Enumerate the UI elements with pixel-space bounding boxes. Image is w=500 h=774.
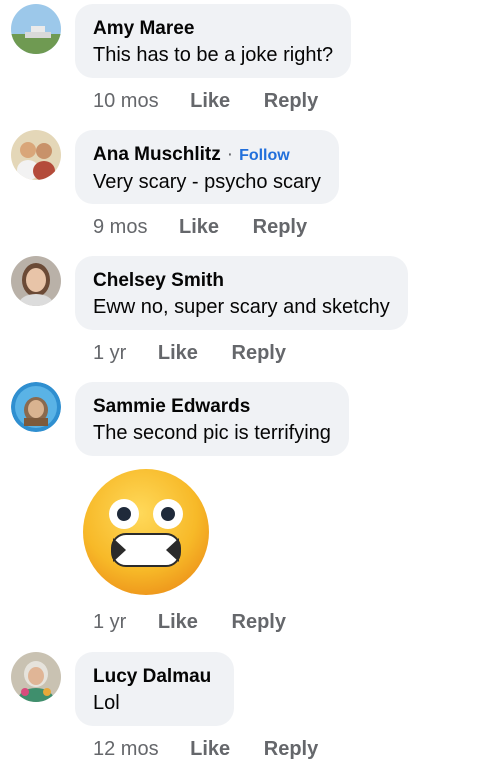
reply-button[interactable]: Reply (253, 215, 307, 239)
avatar[interactable] (11, 652, 61, 702)
comment-bubble: Chelsey Smith Eww no, super scary and sk… (75, 256, 408, 330)
like-button[interactable]: Like (179, 215, 219, 239)
author-name[interactable]: Amy Maree (93, 17, 333, 41)
avatar[interactable] (11, 256, 61, 306)
comment-bubble: Amy Maree This has to be a joke right? (75, 4, 352, 78)
reply-button[interactable]: Reply (232, 610, 286, 634)
comment-bubble: Ana Muschlitz · Follow Very scary - psycho… (75, 130, 339, 204)
reply-button[interactable]: Reply (232, 341, 286, 365)
comment-actions: 1 yr Like Reply (93, 610, 286, 634)
author-name[interactable]: Lucy Dalmau (93, 665, 216, 689)
comment-text: The second pic is terrifying (93, 422, 331, 444)
comment-time[interactable]: 12 mos (93, 737, 159, 761)
follow-button[interactable]: Follow (239, 147, 290, 164)
avatar[interactable] (11, 382, 61, 432)
comment-time[interactable]: 10 mos (93, 89, 159, 113)
comment-bubble: Sammie Edwards The second pic is terrify… (75, 382, 349, 456)
like-button[interactable]: Like (158, 610, 198, 634)
comment-text: This has to be a joke right? (93, 44, 334, 66)
avatar[interactable] (11, 130, 61, 180)
grimacing-face-emoji-sticker (82, 468, 210, 596)
like-button[interactable]: Like (158, 341, 198, 365)
comment-actions: 10 mos Like Reply (93, 89, 318, 113)
avatar[interactable] (11, 4, 61, 54)
comment-bubble: Lucy Dalmau Lol (75, 652, 234, 726)
comment-actions: 12 mos Like Reply (93, 737, 318, 761)
author-name[interactable]: Sammie Edwards (93, 395, 331, 419)
like-button[interactable]: Like (190, 737, 230, 761)
reply-button[interactable]: Reply (264, 89, 318, 113)
separator-dot: · (226, 144, 234, 165)
comment-actions: 1 yr Like Reply (93, 341, 286, 365)
author-name[interactable]: Chelsey Smith (93, 269, 390, 293)
comment-text: Lol (93, 692, 120, 714)
like-button[interactable]: Like (190, 89, 230, 113)
comment-time[interactable]: 1 yr (93, 341, 126, 365)
comment-text: Very scary - psycho scary (93, 171, 321, 193)
author-name[interactable]: Ana Muschlitz (93, 144, 221, 165)
comment-time[interactable]: 1 yr (93, 610, 126, 634)
comment-time[interactable]: 9 mos (93, 215, 147, 239)
reply-button[interactable]: Reply (264, 737, 318, 761)
comment-text: Eww no, super scary and sketchy (93, 296, 390, 318)
comment-actions: 9 mos Like Reply (93, 215, 307, 239)
